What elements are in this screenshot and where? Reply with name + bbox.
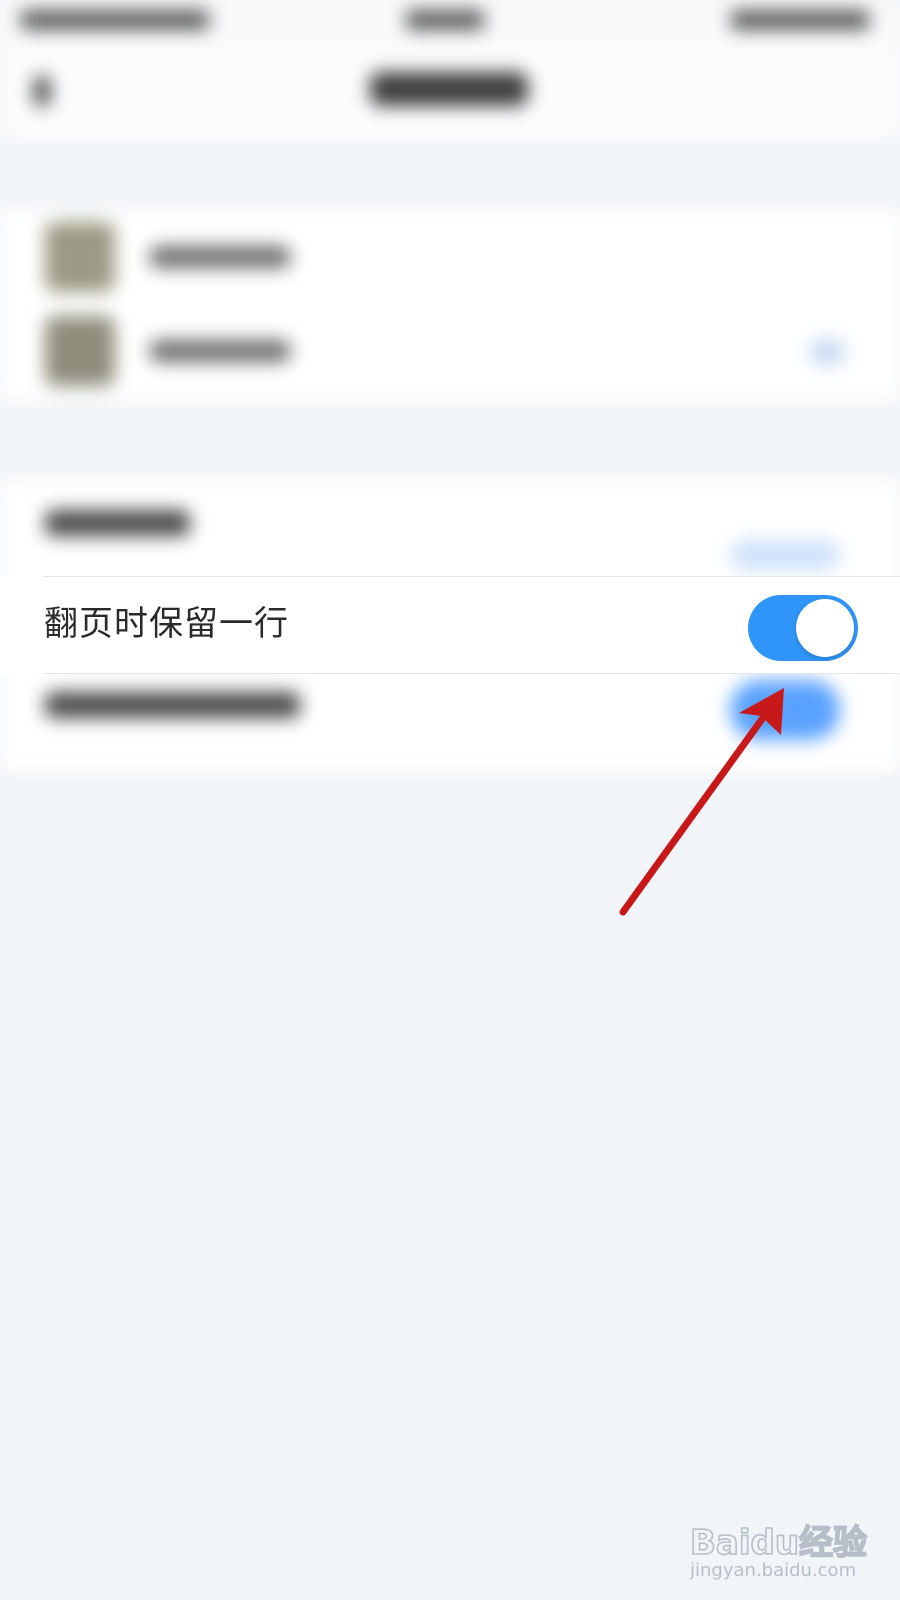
avatar [45,222,115,292]
setting-toggle[interactable] [730,540,840,570]
selected-indicator [809,338,845,366]
screen: 翻页时保留一行 Baidu经验 jingyan.baidu.com [0,0,900,1600]
status-bar-time [405,10,485,30]
accounts-card [0,210,900,400]
status-bar-left [20,10,210,30]
setting-label: 翻页时保留一行 [44,604,289,644]
keep-one-line-toggle[interactable] [748,595,858,661]
account-name [150,340,290,362]
keep-one-line-setting-row[interactable]: 翻页时保留一行 [0,576,900,674]
navigation-bar [0,50,900,138]
page-title [370,72,528,106]
watermark-url: jingyan.baidu.com [690,1560,857,1581]
avatar [45,316,115,386]
setting-label [45,510,190,536]
blurred-background [0,0,900,1600]
baidu-logo-text: Baidu经验 [690,1523,867,1563]
account-name [150,246,290,268]
status-bar [0,0,900,50]
setting-toggle[interactable] [730,680,840,740]
divider [43,673,900,674]
back-icon[interactable] [34,76,50,106]
watermark: Baidu经验 jingyan.baidu.com [688,1500,888,1590]
divider [43,576,900,577]
toggle-knob [796,599,854,657]
status-bar-right [730,10,870,30]
setting-label [45,692,300,718]
